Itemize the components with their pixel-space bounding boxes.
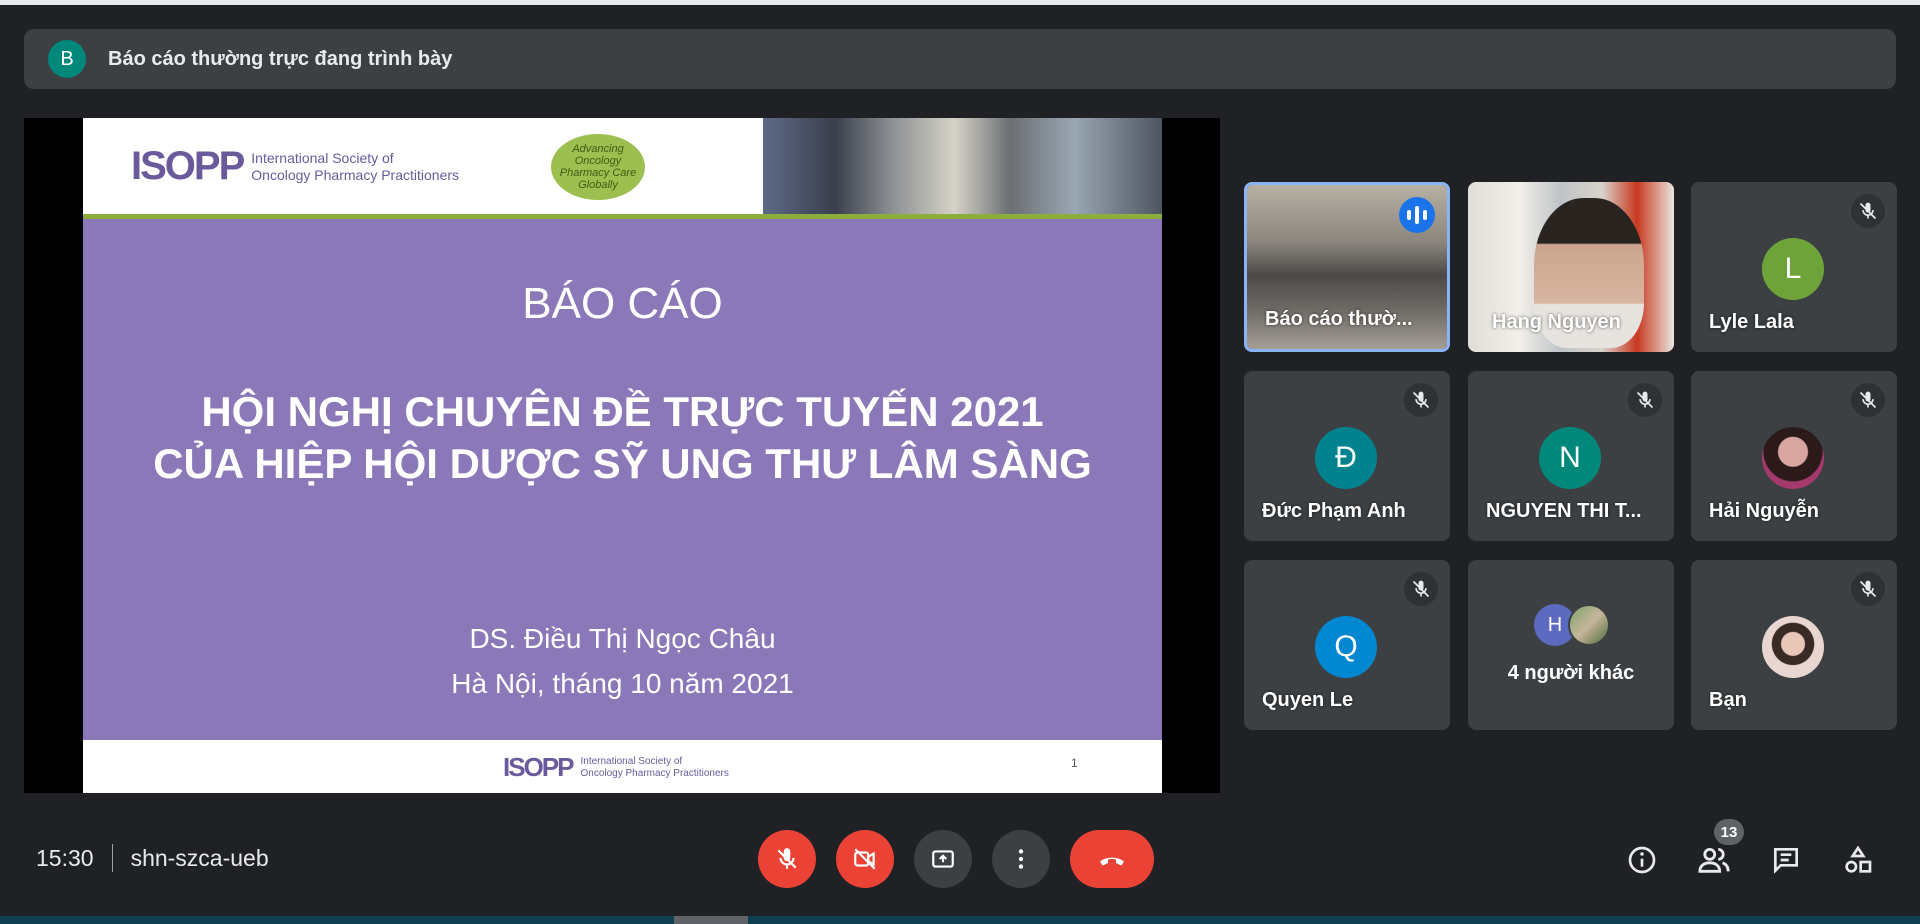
info-icon <box>1628 846 1656 874</box>
others-group: H 4 người khác <box>1468 560 1674 730</box>
participant-tile[interactable]: Đ Đức Phạm Anh <box>1244 371 1450 541</box>
participant-avatar: N <box>1539 427 1601 489</box>
footer-logo-mark: ISOPP <box>503 752 574 782</box>
participant-tile[interactable]: Hải Nguyễn <box>1691 371 1897 541</box>
present-screen-icon <box>932 850 954 868</box>
scrollbar-thumb[interactable] <box>674 916 748 924</box>
shapes-icon <box>1845 845 1872 873</box>
mic-off-icon <box>1851 194 1885 228</box>
footer-org-line2: Oncology Pharmacy Practitioners <box>580 767 729 779</box>
participant-avatar: L <box>1762 238 1824 300</box>
chat-icon <box>1774 848 1798 874</box>
isopp-logo: ISOPP International Society of Oncology … <box>131 144 459 189</box>
meeting-time: 15:30 <box>36 844 94 871</box>
org-name-line1: International Society of <box>251 149 394 166</box>
participant-name: Báo cáo thườ... <box>1265 308 1413 330</box>
isopp-logo-text: International Society of Oncology Pharma… <box>251 150 459 184</box>
participant-tile[interactable]: Hang Nguyen <box>1468 182 1674 352</box>
slogan-badge: Advancing Oncology Pharmacy Care Globall… <box>551 134 645 200</box>
slide-heading-line1: HỘI NGHỊ CHUYÊN ĐỀ TRỰC TUYẾN 2021 <box>201 388 1044 435</box>
activities-button[interactable] <box>1838 840 1878 880</box>
presenting-text: Báo cáo thường trực đang trình bày <box>108 47 453 70</box>
participant-name: Hải Nguyễn <box>1709 500 1820 522</box>
slide-place-date: Hà Nội, tháng 10 năm 2021 <box>451 668 794 699</box>
participant-tile[interactable]: Bạn <box>1691 560 1897 730</box>
participant-photo-avatar <box>1568 604 1610 646</box>
bottom-scrollbar[interactable] <box>0 916 1920 924</box>
others-count-label: 4 người khác <box>1507 662 1635 684</box>
hang-up-icon <box>1100 857 1124 866</box>
present-now-button[interactable] <box>914 830 972 888</box>
participant-tile[interactable]: N NGUYEN THI T... <box>1468 371 1674 541</box>
mic-off-icon <box>777 848 797 869</box>
slide: ISOPP International Society of Oncology … <box>83 118 1162 793</box>
participants-button[interactable] <box>1694 840 1734 880</box>
mic-off-icon <box>1628 383 1662 417</box>
participant-name: Lyle Lala <box>1709 311 1794 333</box>
footer-isopp-logo: ISOPP International Society of Oncology … <box>503 752 729 783</box>
camera-off-icon <box>854 848 876 870</box>
participant-name: Hang Nguyen <box>1492 311 1621 333</box>
slide-footer: ISOPP International Society of Oncology … <box>83 740 1162 793</box>
more-options-button[interactable] <box>992 830 1050 888</box>
presenter-avatar: B <box>48 40 86 78</box>
participant-count-badge: 13 <box>1714 819 1744 845</box>
participant-photo-avatar <box>1762 616 1824 678</box>
more-vertical-icon <box>1018 849 1024 869</box>
speaking-indicator-icon <box>1399 197 1435 233</box>
leave-call-button[interactable] <box>1070 830 1154 888</box>
participant-tile[interactable]: Q Quyen Le <box>1244 560 1450 730</box>
mic-off-icon <box>1851 383 1885 417</box>
participant-avatar: Q <box>1315 616 1377 678</box>
people-icon <box>1698 847 1730 873</box>
participant-name: Đức Phạm Anh <box>1262 500 1406 522</box>
slide-page-number: 1 <box>1071 756 1078 770</box>
presentation-stage: ISOPP International Society of Oncology … <box>24 118 1220 793</box>
mic-off-icon <box>1404 572 1438 606</box>
meeting-details-button[interactable] <box>1622 840 1662 880</box>
slide-author: DS. Điều Thị Ngọc Châu <box>469 623 776 654</box>
org-name-line2: Oncology Pharmacy Practitioners <box>251 166 460 183</box>
mic-off-icon <box>1851 572 1885 606</box>
top-edge <box>0 0 1920 5</box>
divider <box>111 844 113 872</box>
header-photo-strip <box>763 118 1162 214</box>
participant-name: NGUYEN THI T... <box>1486 500 1642 522</box>
participant-name: Bạn <box>1709 689 1747 711</box>
participant-photo-avatar <box>1762 427 1824 489</box>
participant-tile[interactable]: Báo cáo thườ... <box>1244 182 1450 352</box>
others-tile[interactable]: H 4 người khác <box>1468 560 1674 730</box>
footer-logo-text: International Society of Oncology Pharma… <box>580 756 728 780</box>
participant-name: Quyen Le <box>1262 689 1354 711</box>
footer-org-line1: International Society of <box>580 755 683 767</box>
camera-toggle-button[interactable] <box>836 830 894 888</box>
slide-heading-line2: CỦA HIỆP HỘI DƯỢC SỸ UNG THƯ LÂM SÀNG <box>153 440 1092 487</box>
slide-title: BÁO CÁO <box>522 279 723 328</box>
chat-button[interactable] <box>1766 840 1806 880</box>
slide-header: ISOPP International Society of Oncology … <box>83 118 1162 214</box>
participant-tile[interactable]: L Lyle Lala <box>1691 182 1897 352</box>
presenting-banner: B Báo cáo thường trực đang trình bày <box>24 29 1896 89</box>
meeting-code: shn-szca-ueb <box>130 844 269 871</box>
mic-toggle-button[interactable] <box>758 830 816 888</box>
mic-off-icon <box>1404 383 1438 417</box>
participant-avatar: Đ <box>1315 427 1377 489</box>
meeting-details: 15:30 shn-szca-ueb <box>36 844 269 872</box>
isopp-logo-mark: ISOPP <box>131 144 245 188</box>
